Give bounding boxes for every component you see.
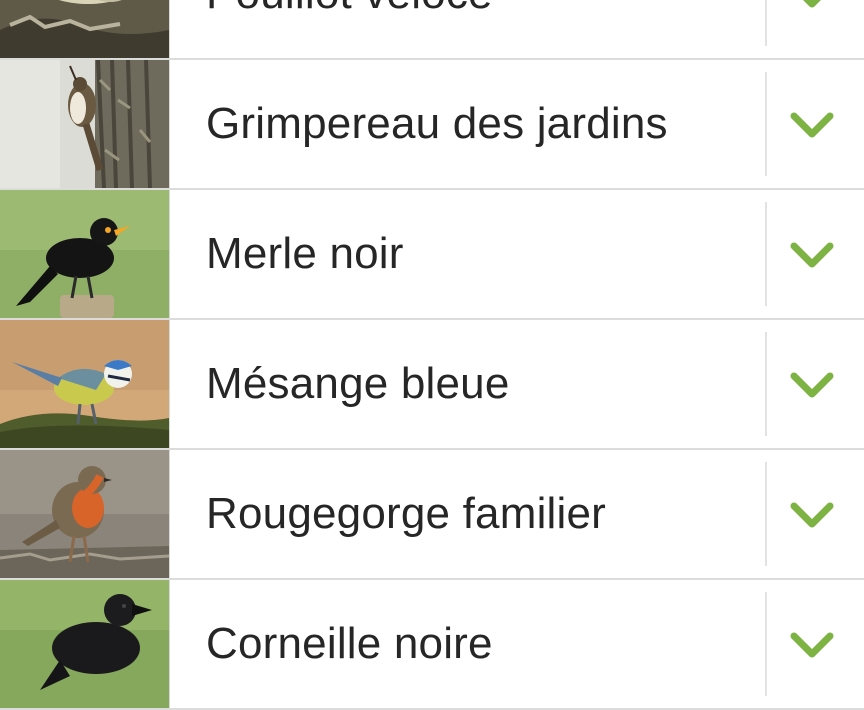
divider: [765, 332, 767, 436]
bird-photo-rougegorge: [0, 450, 170, 578]
chevron-down-icon[interactable]: [790, 500, 834, 530]
chevron-down-icon[interactable]: [790, 630, 834, 660]
divider: [765, 202, 767, 306]
bird-photo-merle: [0, 190, 170, 318]
chevron-down-icon[interactable]: [790, 370, 834, 400]
chevron-down-icon[interactable]: [790, 240, 834, 270]
bird-photo-grimpereau: [0, 60, 170, 188]
divider: [765, 0, 767, 46]
divider: [765, 592, 767, 696]
list-item-pouillot[interactable]: Pouillot véloce: [0, 0, 864, 60]
chevron-down-icon[interactable]: [790, 0, 834, 10]
bird-list: Pouillot véloce Grimpereau des jardins: [0, 0, 864, 710]
list-item-mesange[interactable]: Mésange bleue: [0, 320, 864, 450]
divider: [765, 72, 767, 176]
bird-photo-pouillot: [0, 0, 170, 58]
list-item-rougegorge[interactable]: Rougegorge familier: [0, 450, 864, 580]
list-item-corneille[interactable]: Corneille noire: [0, 580, 864, 710]
list-item-merle[interactable]: Merle noir: [0, 190, 864, 320]
divider: [765, 462, 767, 566]
bird-photo-corneille: [0, 580, 170, 708]
list-item-grimpereau[interactable]: Grimpereau des jardins: [0, 60, 864, 190]
bird-photo-mesange: [0, 320, 170, 448]
chevron-down-icon[interactable]: [790, 110, 834, 140]
